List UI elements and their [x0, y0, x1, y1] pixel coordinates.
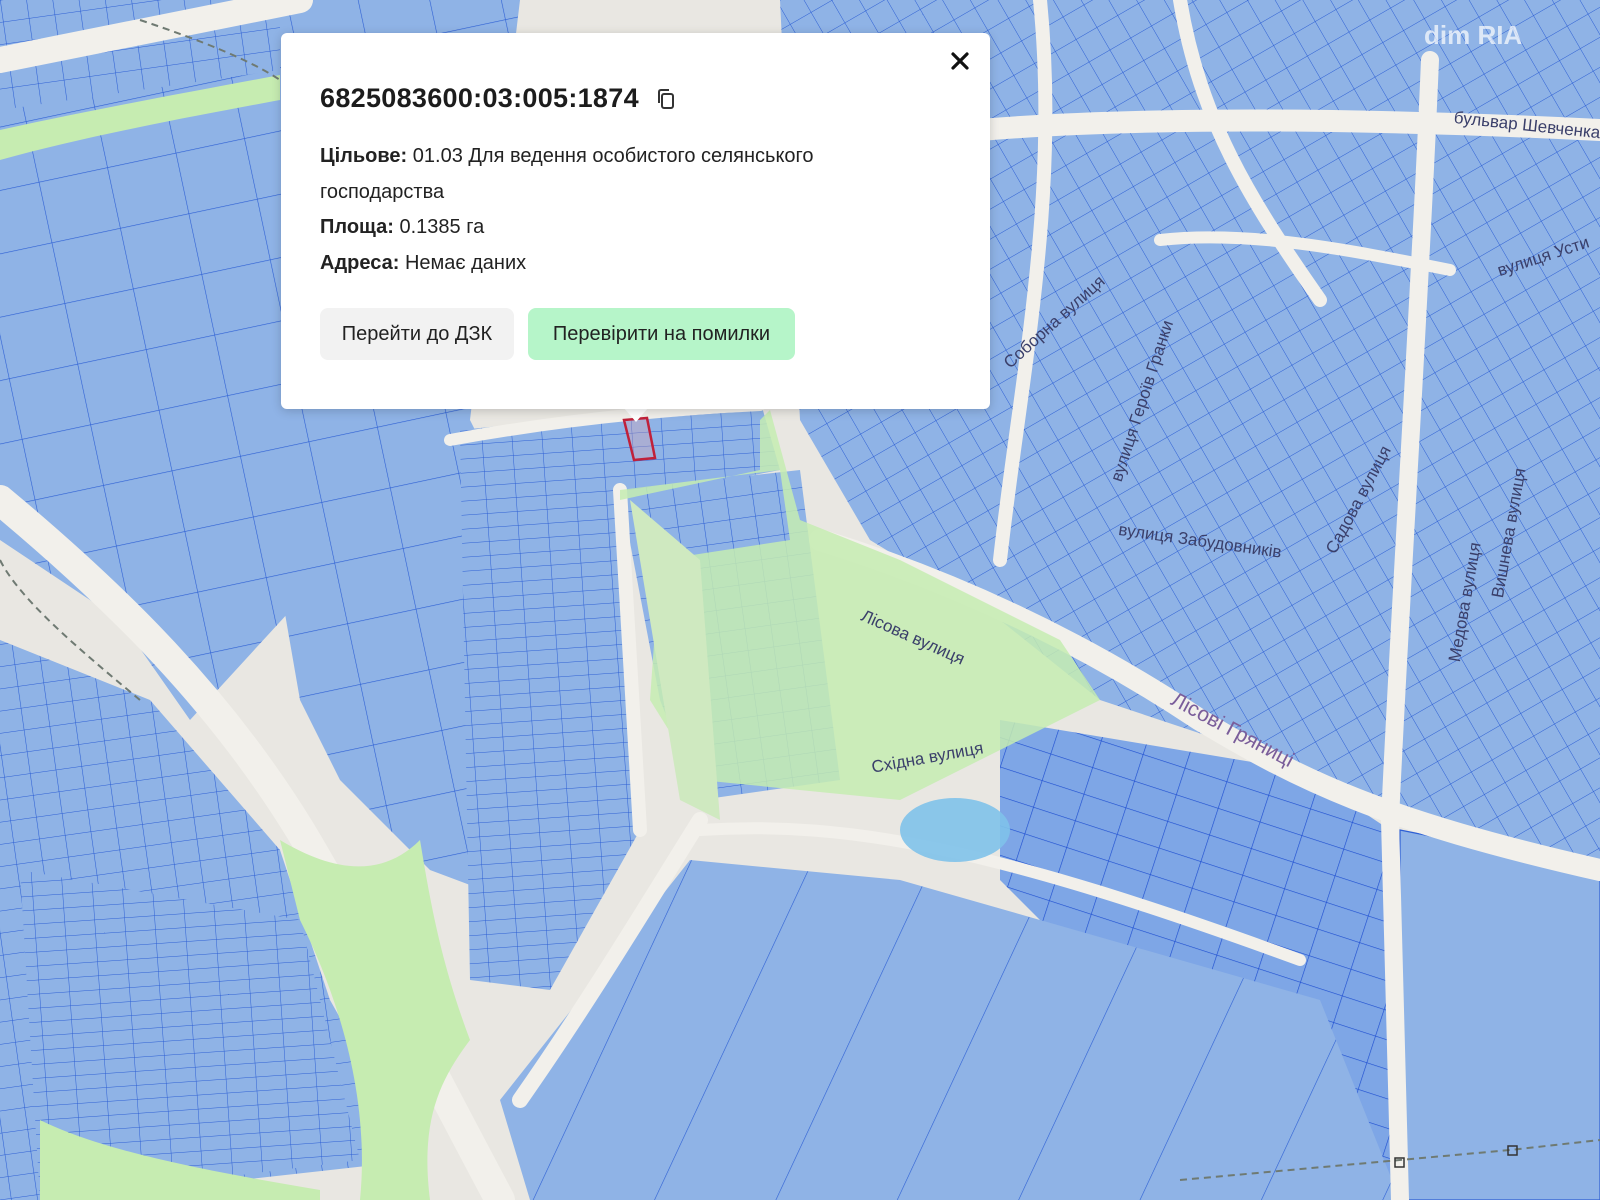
- parcel-details: Цільове: 01.03 Для ведення особистого се…: [320, 139, 940, 281]
- parcel-cadastral-number: 6825083600:03:005:1874: [320, 83, 639, 113]
- watermark-logo: dim RIA: [1424, 20, 1523, 50]
- area-value: 0.1385 га: [399, 216, 485, 238]
- area-label: Площа:: [320, 216, 394, 238]
- purpose-row: Цільове: 01.03 Для ведення особистого се…: [320, 139, 940, 210]
- copy-icon[interactable]: [656, 88, 676, 110]
- go-to-dzk-button[interactable]: Перейти до ДЗК: [320, 308, 514, 360]
- pond: [900, 798, 1010, 862]
- address-row: Адреса: Немає даних: [320, 246, 940, 282]
- check-errors-button[interactable]: Перевірити на помилки: [528, 308, 795, 360]
- area-row: Площа: 0.1385 га: [320, 210, 940, 246]
- address-value: Немає даних: [404, 251, 527, 274]
- purpose-label: Цільове:: [320, 145, 408, 167]
- copy-button[interactable]: [653, 86, 679, 112]
- parcel-block-southeast[interactable]: [1399, 829, 1600, 1200]
- parcel-info-popup: 6825083600:03:005:1874 Цільове: 01.03 Дл…: [281, 33, 990, 409]
- address-label: Адреса:: [320, 251, 400, 274]
- popup-pointer: [624, 408, 648, 422]
- close-icon[interactable]: [950, 51, 970, 71]
- close-button[interactable]: [944, 45, 976, 77]
